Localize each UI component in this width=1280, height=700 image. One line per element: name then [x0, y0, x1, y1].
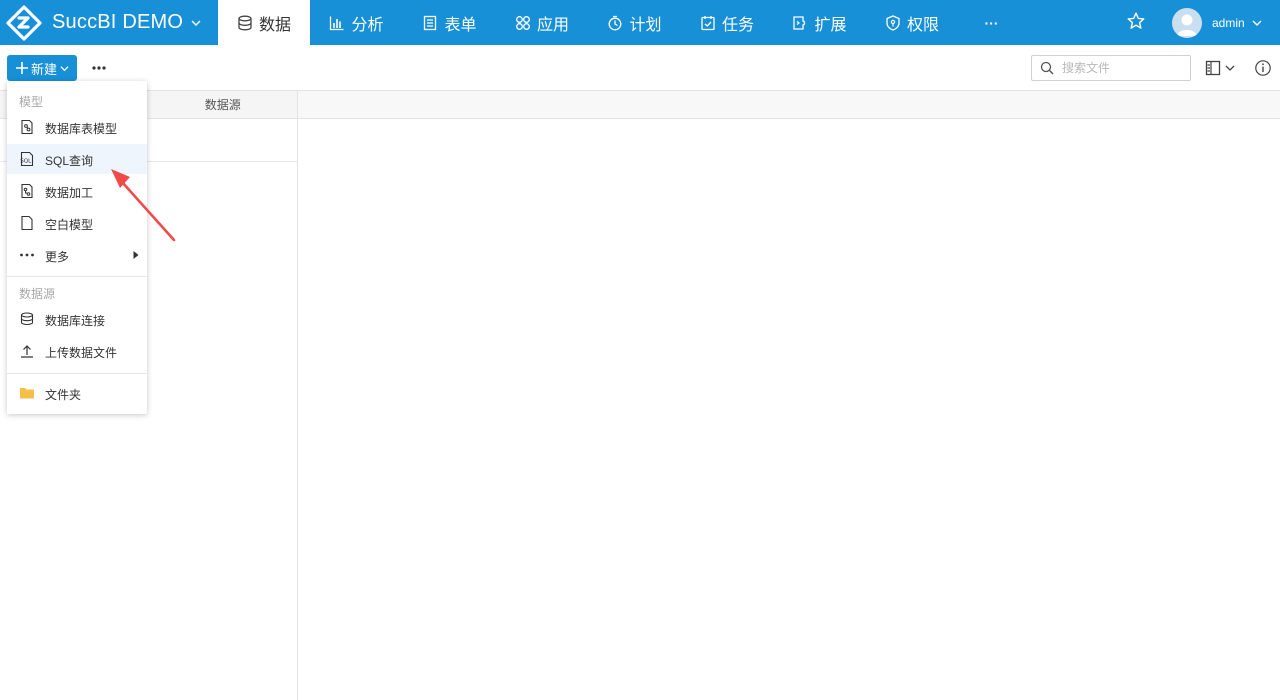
nav-item-task[interactable]: 任务 [681, 0, 773, 45]
nav-label: 计划 [629, 16, 662, 34]
menu-item-data-process[interactable]: 数据加工 [7, 176, 147, 206]
nav-label: ··· [984, 14, 999, 31]
upload-icon [21, 345, 33, 358]
menu-section-datasource: 数据源 [19, 287, 56, 301]
menu-item-blank-model[interactable]: 空白模型 [7, 208, 147, 238]
new-dropdown-menu: 模型 数据库表模型 SQL SQL查询 数据加工 空白模型 更多 数据源 数据库… [7, 81, 147, 414]
brand-switcher[interactable]: SuccBI DEMO [6, 0, 201, 45]
star-icon[interactable] [1126, 11, 1146, 31]
nav-label: 分析 [351, 16, 384, 34]
chevron-down-icon [60, 65, 69, 71]
chevron-down-icon [1252, 20, 1262, 26]
menu-item-label: 上传数据文件 [45, 346, 118, 360]
menu-item-label: 文件夹 [45, 388, 82, 402]
form-icon [424, 15, 437, 30]
search-input[interactable] [1062, 61, 1182, 75]
menu-item-label: 数据加工 [45, 186, 94, 200]
menu-divider [7, 373, 147, 374]
brand-name: SuccBI DEMO [52, 11, 184, 33]
menu-item-sql-query[interactable]: SQL SQL查询 [7, 144, 147, 174]
nav-label: 应用 [536, 16, 569, 34]
menu-item-more[interactable]: 更多 [7, 240, 147, 270]
data-process-icon [21, 183, 33, 199]
menu-item-label: 数据库表模型 [45, 122, 118, 136]
layout-icon [1205, 60, 1221, 76]
new-button[interactable]: 新建 [7, 55, 77, 81]
nav-item-analysis[interactable]: 分析 [310, 0, 403, 45]
menu-item-folder[interactable]: 文件夹 [7, 378, 147, 408]
menu-item-upload-file[interactable]: 上传数据文件 [7, 336, 147, 366]
database-connection-icon [20, 312, 34, 326]
chevron-down-icon [1225, 65, 1235, 71]
tab-datasource[interactable]: 数据源 [149, 91, 298, 118]
user-menu[interactable]: admin [1172, 5, 1262, 40]
nav-label: 扩展 [814, 16, 847, 34]
menu-item-label: 空白模型 [45, 218, 94, 232]
search-box[interactable] [1031, 55, 1191, 81]
nav-item-permission[interactable]: 权限 [866, 0, 958, 45]
more-icon[interactable] [89, 58, 109, 78]
search-icon [1040, 61, 1054, 75]
menu-section-model: 模型 [19, 95, 44, 109]
bar-chart-icon [330, 16, 344, 30]
caret-right-icon [133, 251, 139, 259]
task-icon [701, 15, 715, 30]
folder-icon [20, 388, 34, 399]
nav-item-form[interactable]: 表单 [403, 0, 496, 45]
nav-label: 数据 [258, 16, 291, 34]
sql-icon: SQL [20, 151, 34, 167]
nav-label: 权限 [906, 16, 939, 34]
blank-file-icon [21, 215, 33, 231]
menu-item-label: SQL查询 [45, 154, 94, 168]
database-icon [238, 15, 252, 30]
content-header [298, 90, 1280, 119]
new-button-label: 新建 [30, 61, 57, 77]
timer-icon [609, 15, 622, 30]
username: admin [1212, 15, 1245, 30]
nav-label: 表单 [444, 16, 477, 34]
plus-icon [15, 62, 28, 74]
menu-divider [7, 276, 147, 277]
apps-icon [516, 15, 530, 30]
menu-item-label: 更多 [45, 250, 70, 264]
more-icon [20, 253, 34, 257]
nav-item-extend[interactable]: 扩展 [773, 0, 866, 45]
chevron-down-icon [191, 20, 201, 26]
logo-icon [6, 4, 42, 41]
nav-label: 任务 [721, 16, 754, 34]
extension-icon [793, 15, 806, 30]
shield-icon [886, 14, 900, 31]
table-model-icon [21, 119, 33, 135]
info-icon[interactable] [1254, 59, 1272, 77]
menu-item-database-connection[interactable]: 数据库连接 [7, 304, 147, 334]
menu-item-table-model[interactable]: 数据库表模型 [7, 112, 147, 142]
layout-toggle[interactable] [1205, 59, 1237, 77]
nav-item-data[interactable]: 数据 [218, 0, 310, 45]
main-nav: 数据 分析 表单 应用 计划 任务 扩展 权限 ··· [218, 0, 1025, 45]
nav-item-app[interactable]: 应用 [496, 0, 588, 45]
top-bar: SuccBI DEMO 数据 分析 表单 应用 计划 任务 扩展 权限 ··· … [0, 0, 1280, 45]
avatar-icon [1172, 7, 1202, 38]
nav-item-more[interactable]: ··· [958, 0, 1025, 45]
nav-item-plan[interactable]: 计划 [588, 0, 681, 45]
menu-item-label: 数据库连接 [45, 314, 106, 328]
svg-text:SQL: SQL [20, 159, 32, 165]
